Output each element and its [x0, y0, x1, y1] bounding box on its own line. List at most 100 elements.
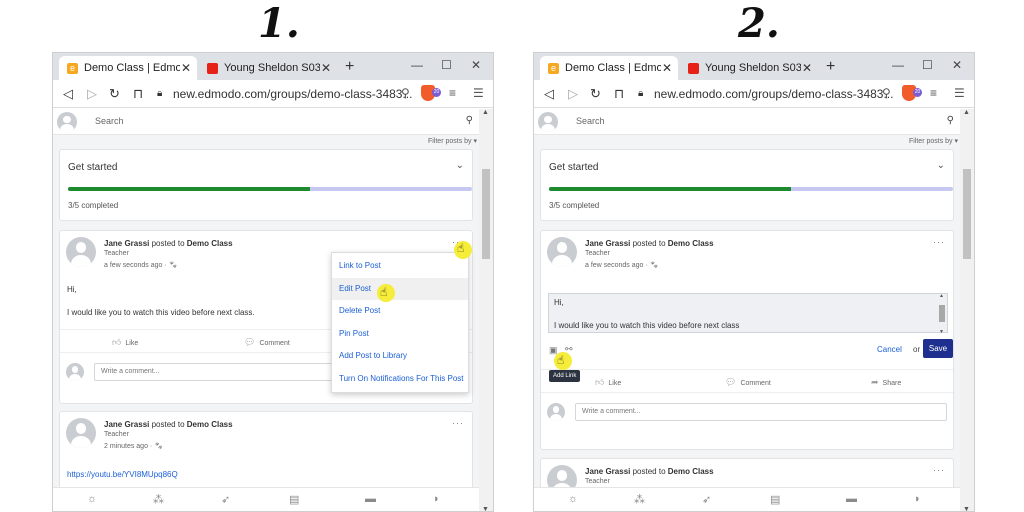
filter-posts-dropdown[interactable]: Filter posts by ▾ — [428, 137, 477, 145]
group-name[interactable]: Demo Class — [668, 467, 714, 476]
comment-button[interactable]: 💬︎ Comment — [725, 377, 771, 388]
maximize-icon[interactable]: ☐ — [922, 58, 933, 72]
new-tab-icon[interactable]: + — [345, 58, 354, 76]
back-icon[interactable]: ◁ — [544, 86, 554, 102]
group-name[interactable]: Demo Class — [668, 239, 714, 248]
scroll-up-icon[interactable]: ▲ — [939, 293, 944, 299]
nav-classes-icon[interactable]: ⁂ — [634, 493, 645, 506]
comment-icon: 💬︎ — [244, 337, 256, 347]
scrollbar[interactable]: ▲ ▼ — [479, 109, 493, 511]
nav-messages-icon[interactable]: ▬ — [846, 493, 857, 505]
nav-home-icon[interactable]: ☼ — [87, 493, 97, 505]
bookmark-icon[interactable]: ⊓ — [133, 86, 143, 102]
menu-item-delete-post[interactable]: Delete Post — [332, 300, 468, 323]
filter-posts-dropdown[interactable]: Filter posts by ▾ — [909, 137, 958, 145]
menu-item-add-to-library[interactable]: Add Post to Library — [332, 345, 468, 368]
close-icon[interactable]: ✕ — [802, 61, 812, 75]
editor-scrollbar[interactable]: ▲ ▼ — [939, 293, 945, 335]
brave-shield-icon[interactable]: 20 — [902, 85, 922, 101]
comment-button[interactable]: 💬︎ Comment — [244, 337, 290, 348]
tab-youtube[interactable]: Young Sheldon S03 E09 S· ✕ — [199, 56, 337, 80]
cancel-button[interactable]: Cancel — [877, 345, 902, 354]
close-window-icon[interactable]: ✕ — [952, 58, 962, 72]
scroll-down-icon[interactable]: ▼ — [482, 506, 489, 511]
avatar[interactable] — [57, 112, 77, 132]
nav-messages-icon[interactable]: ▬ — [365, 493, 376, 505]
reading-list-icon[interactable]: ≡ — [930, 86, 937, 100]
nav-library-icon[interactable]: ▤ — [289, 493, 299, 506]
close-icon[interactable]: ✕ — [181, 61, 191, 75]
post-edit-textarea[interactable]: Hi, I would like you to watch this video… — [548, 293, 948, 335]
nav-classes-icon[interactable]: ⁂ — [153, 493, 164, 506]
group-name[interactable]: Demo Class — [187, 239, 233, 248]
scroll-thumb[interactable] — [963, 169, 971, 259]
avatar[interactable] — [538, 112, 558, 132]
tab-edmodo[interactable]: e Demo Class | Edmodo ✕ — [540, 56, 678, 80]
menu-icon[interactable]: ☰ — [954, 86, 965, 100]
forward-icon[interactable]: ▷ — [87, 86, 97, 102]
close-icon[interactable]: ✕ — [662, 61, 672, 75]
scrollbar[interactable]: ▲ ▼ — [960, 109, 974, 511]
reload-icon[interactable]: ↻ — [590, 86, 601, 102]
save-button[interactable]: Save — [923, 339, 953, 358]
search-icon[interactable]: ⚲ — [466, 115, 473, 126]
menu-item-edit-post[interactable]: Edit Post — [332, 277, 468, 300]
more-options-icon[interactable]: ··· — [452, 418, 464, 428]
close-icon[interactable]: ✕ — [321, 61, 331, 75]
group-name[interactable]: Demo Class — [187, 420, 233, 429]
back-icon[interactable]: ◁ — [63, 86, 73, 102]
reading-list-icon[interactable]: ≡ — [449, 86, 456, 100]
zoom-icon[interactable]: ⚲ — [401, 86, 410, 100]
author-name[interactable]: Jane Grassi — [585, 239, 630, 248]
avatar[interactable] — [66, 418, 96, 448]
chevron-down-icon[interactable]: ⌄ — [937, 160, 945, 171]
menu-item-link-to-post[interactable]: Link to Post — [332, 255, 468, 278]
scroll-up-icon[interactable]: ▲ — [482, 109, 489, 116]
new-tab-icon[interactable]: + — [826, 58, 835, 76]
chevron-down-icon[interactable]: ⌄ — [456, 160, 464, 171]
edmodo-page: Search ⚲ Filter posts by ▾ Get started ⌄… — [53, 109, 481, 511]
share-button[interactable]: ➦ Share — [871, 377, 901, 388]
close-window-icon[interactable]: ✕ — [471, 58, 481, 72]
author-name[interactable]: Jane Grassi — [585, 467, 630, 476]
nav-notifications-icon[interactable]: ◗ — [433, 493, 440, 505]
more-options-icon[interactable]: ··· — [933, 465, 945, 475]
menu-item-turn-on-notifications[interactable]: Turn On Notifications For This Post — [332, 368, 468, 391]
comment-input[interactable]: Write a comment... — [575, 403, 947, 421]
avatar[interactable] — [547, 237, 577, 267]
like-button[interactable]: 👍︎ Like — [595, 377, 621, 388]
reload-icon[interactable]: ↻ — [109, 86, 120, 102]
menu-icon[interactable]: ☰ — [473, 86, 484, 100]
avatar[interactable] — [66, 237, 96, 267]
search-icon[interactable]: ⚲ — [947, 115, 954, 126]
scroll-thumb[interactable] — [939, 305, 945, 322]
maximize-icon[interactable]: ☐ — [441, 58, 452, 72]
tab-edmodo[interactable]: e Demo Class | Edmodo ✕ — [59, 56, 197, 80]
tab-youtube[interactable]: Young Sheldon S03 E09 S· ✕ — [680, 56, 818, 80]
bookmark-icon[interactable]: ⊓ — [614, 86, 624, 102]
brave-shield-icon[interactable]: 20 — [421, 85, 441, 101]
nav-home-icon[interactable]: ☼ — [568, 493, 578, 505]
author-name[interactable]: Jane Grassi — [104, 239, 149, 248]
nav-discover-icon[interactable]: ➶ — [221, 493, 230, 506]
like-button[interactable]: 👍︎ Like — [112, 337, 138, 348]
nav-library-icon[interactable]: ▤ — [770, 493, 780, 506]
scroll-down-icon[interactable]: ▼ — [939, 329, 944, 335]
nav-notifications-icon[interactable]: ◗ — [914, 493, 921, 505]
url-field[interactable]: new.edmodo.com/groups/demo-class-3483... — [654, 87, 893, 101]
author-name[interactable]: Jane Grassi — [104, 420, 149, 429]
scroll-up-icon[interactable]: ▲ — [963, 109, 970, 116]
scroll-down-icon[interactable]: ▼ — [963, 506, 970, 511]
minimize-icon[interactable]: — — [892, 58, 904, 72]
zoom-icon[interactable]: ⚲ — [882, 86, 891, 100]
search-input[interactable]: Search — [95, 116, 124, 126]
minimize-icon[interactable]: — — [411, 58, 423, 72]
url-field[interactable]: new.edmodo.com/groups/demo-class-3483... — [173, 87, 412, 101]
scroll-thumb[interactable] — [482, 169, 490, 259]
forward-icon[interactable]: ▷ — [568, 86, 578, 102]
menu-item-pin-post[interactable]: Pin Post — [332, 323, 468, 346]
more-options-icon[interactable]: ··· — [933, 237, 945, 247]
search-input[interactable]: Search — [576, 116, 605, 126]
nav-discover-icon[interactable]: ➶ — [702, 493, 711, 506]
post-link[interactable]: https://youtu.be/YVI8MUpq86Q — [67, 470, 178, 479]
